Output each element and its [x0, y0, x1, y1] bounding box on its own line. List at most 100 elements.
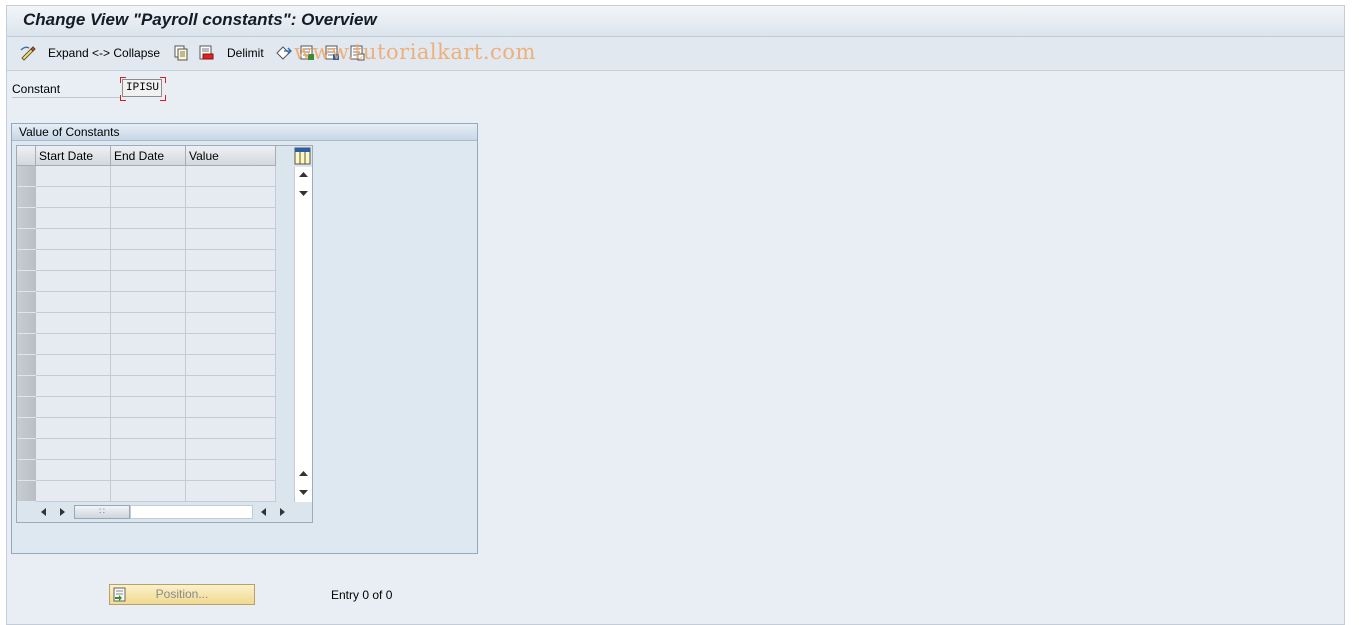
scroll-left-end-icon[interactable] [256, 504, 272, 520]
position-button[interactable]: Position... [109, 584, 255, 605]
table-cell[interactable] [186, 292, 276, 313]
table-cell[interactable] [111, 460, 186, 481]
row-selector[interactable] [17, 439, 36, 460]
delimit-button[interactable]: Delimit [227, 46, 264, 60]
constant-field[interactable]: IPISU [122, 79, 162, 97]
table-cell[interactable] [111, 397, 186, 418]
delete-icon[interactable] [198, 44, 214, 62]
table-cell[interactable] [111, 229, 186, 250]
table-cell[interactable] [36, 250, 111, 271]
table-cell[interactable] [186, 208, 276, 229]
row-selector[interactable] [17, 481, 36, 502]
table-cell[interactable] [186, 460, 276, 481]
scroll-right-end-icon[interactable] [274, 504, 290, 520]
row-selector[interactable] [17, 355, 36, 376]
undo-change-icon[interactable] [275, 44, 293, 62]
table-cell[interactable] [36, 355, 111, 376]
scroll-page-down-icon[interactable] [295, 484, 312, 500]
column-header-start-date[interactable]: Start Date [36, 146, 111, 166]
page-title: Change View "Payroll constants": Overvie… [23, 10, 377, 29]
display-change-icon[interactable] [19, 44, 37, 62]
table-cell[interactable] [186, 481, 276, 502]
row-selector[interactable] [17, 250, 36, 271]
table-cell[interactable] [36, 481, 111, 502]
table-cell[interactable] [111, 418, 186, 439]
table-cell[interactable] [36, 208, 111, 229]
row-selector[interactable] [17, 376, 36, 397]
vertical-scrollbar[interactable] [294, 167, 312, 502]
scroll-up-icon[interactable] [295, 167, 312, 183]
row-selector[interactable] [17, 271, 36, 292]
row-selector[interactable] [17, 334, 36, 355]
table-cell[interactable] [36, 460, 111, 481]
table-cell[interactable] [111, 439, 186, 460]
table-cell[interactable] [111, 313, 186, 334]
table-cell[interactable] [186, 313, 276, 334]
table-cell[interactable] [36, 334, 111, 355]
table-cell[interactable] [186, 376, 276, 397]
horizontal-scrollbar[interactable]: ∷ [36, 504, 294, 520]
position-button-label: Position... [155, 587, 209, 601]
table-settings-icon[interactable] [294, 147, 311, 165]
table-cell[interactable] [186, 166, 276, 187]
table-cell[interactable] [186, 334, 276, 355]
scroll-left-icon[interactable] [36, 504, 52, 520]
row-selector[interactable] [17, 460, 36, 481]
table-cell[interactable] [36, 439, 111, 460]
table-cell[interactable] [111, 250, 186, 271]
table-cell[interactable] [36, 418, 111, 439]
value-of-constants-group: Value of Constants Start Date End Date V… [11, 123, 478, 554]
table-cell[interactable] [186, 187, 276, 208]
copy-icon[interactable] [173, 44, 189, 62]
table-cell[interactable] [36, 292, 111, 313]
table-cell[interactable] [36, 166, 111, 187]
scroll-right-icon[interactable] [54, 504, 70, 520]
focus-corner-icon [120, 77, 126, 83]
scroll-track[interactable] [130, 505, 253, 519]
table-cell[interactable] [111, 292, 186, 313]
focus-corner-icon [160, 77, 166, 83]
row-selector[interactable] [17, 292, 36, 313]
table-cell[interactable] [111, 271, 186, 292]
row-selector[interactable] [17, 397, 36, 418]
scroll-page-up-icon[interactable] [295, 466, 312, 482]
table-cell[interactable] [36, 376, 111, 397]
table-cell[interactable] [186, 229, 276, 250]
table-cell[interactable] [111, 481, 186, 502]
table-cell[interactable] [111, 166, 186, 187]
table-cell[interactable] [186, 250, 276, 271]
row-selector[interactable] [17, 166, 36, 187]
watermark-text: www.tutorialkart.com [294, 40, 536, 64]
table-cell[interactable] [36, 313, 111, 334]
table-cell[interactable] [111, 208, 186, 229]
position-icon [113, 587, 127, 608]
scroll-thumb[interactable]: ∷ [74, 505, 130, 519]
table-cell[interactable] [186, 418, 276, 439]
table-cell[interactable] [186, 397, 276, 418]
column-header-value[interactable]: Value [186, 146, 276, 166]
select-all-rows-button[interactable] [17, 146, 36, 166]
row-selector[interactable] [17, 313, 36, 334]
row-selector[interactable] [17, 187, 36, 208]
table-cell[interactable] [186, 439, 276, 460]
table-cell[interactable] [111, 355, 186, 376]
entry-count-text: Entry 0 of 0 [331, 588, 393, 602]
scroll-down-icon[interactable] [295, 185, 312, 201]
table-cell[interactable] [186, 355, 276, 376]
focus-corner-icon [160, 95, 166, 101]
table-cell[interactable] [36, 229, 111, 250]
table-cell[interactable] [36, 271, 111, 292]
table-cell[interactable] [186, 271, 276, 292]
table-cell[interactable] [36, 187, 111, 208]
table-cell[interactable] [36, 397, 111, 418]
row-selector[interactable] [17, 208, 36, 229]
column-header-end-date[interactable]: End Date [111, 146, 186, 166]
table-cell[interactable] [111, 334, 186, 355]
table-cell[interactable] [111, 376, 186, 397]
row-selector[interactable] [17, 418, 36, 439]
title-bar: Change View "Payroll constants": Overvie… [7, 6, 1344, 37]
main-window: Change View "Payroll constants": Overvie… [6, 5, 1345, 625]
row-selector[interactable] [17, 229, 36, 250]
table-cell[interactable] [111, 187, 186, 208]
expand-collapse-button[interactable]: Expand <-> Collapse [48, 46, 160, 60]
